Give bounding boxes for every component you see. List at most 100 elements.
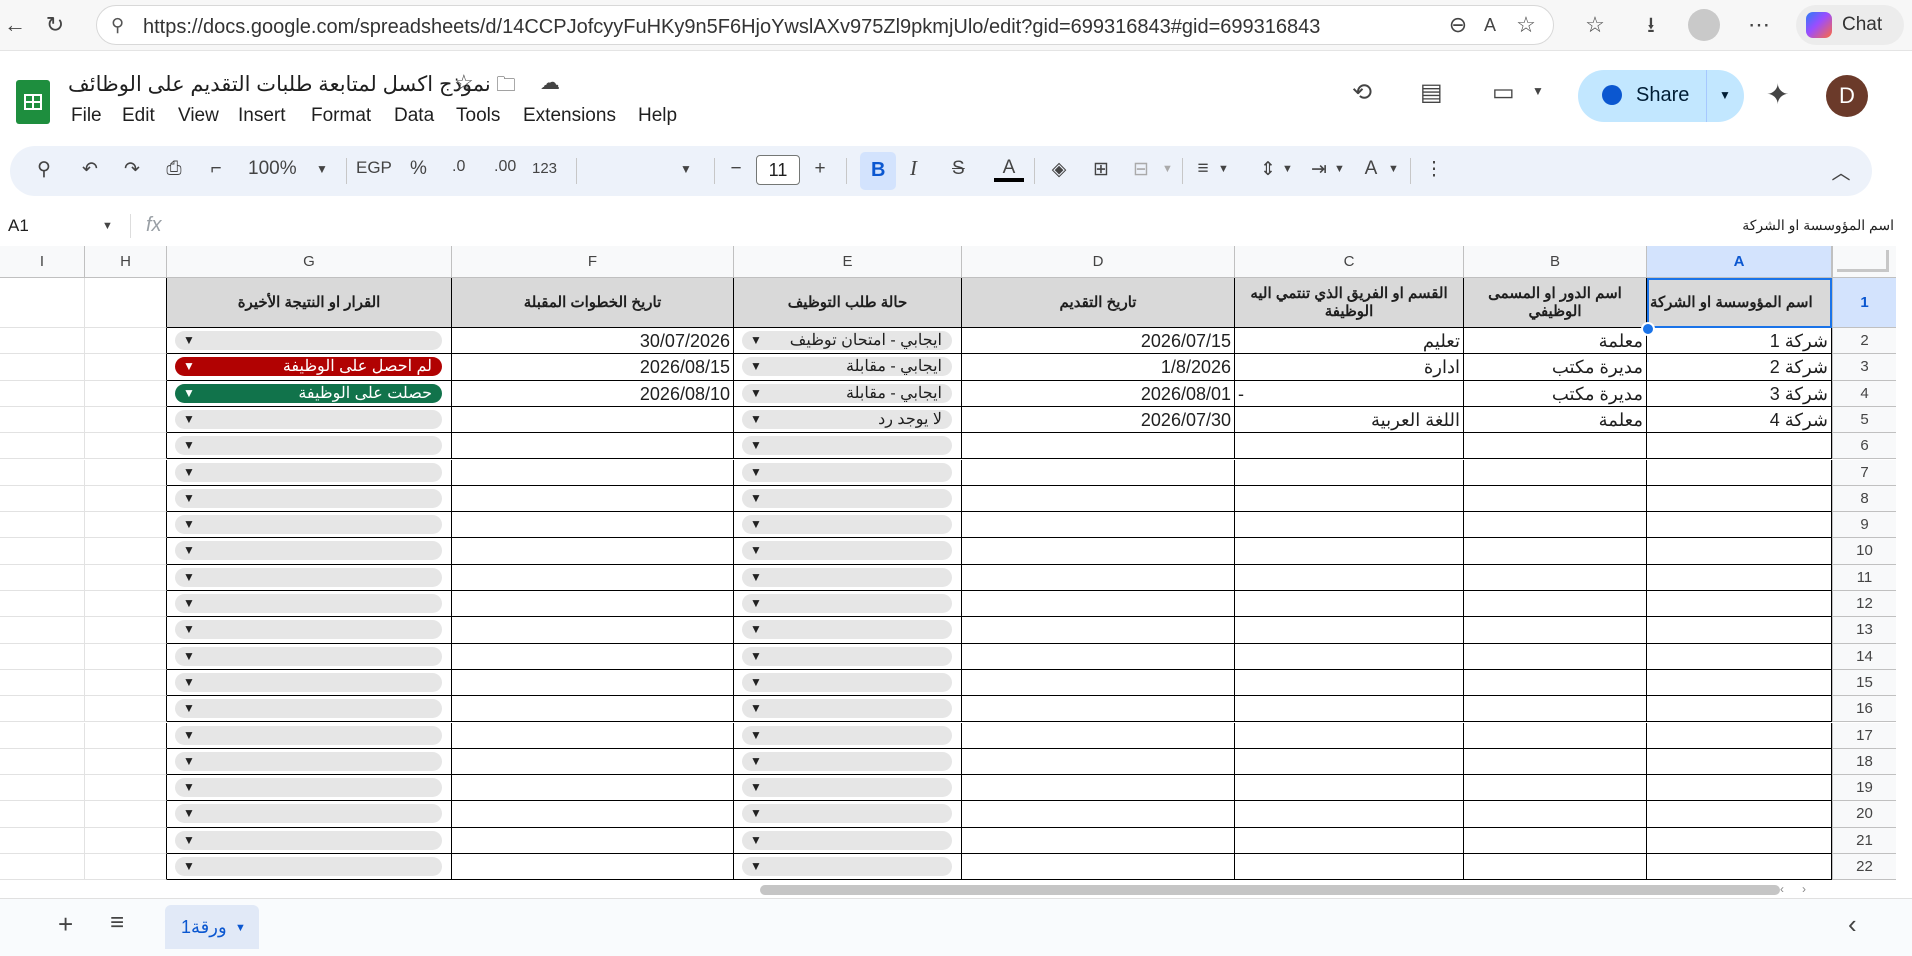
cell[interactable] bbox=[1647, 775, 1832, 802]
cell[interactable]: ▼ bbox=[167, 722, 452, 749]
cell[interactable] bbox=[1647, 748, 1832, 776]
status-dropdown-chip[interactable]: ▼ bbox=[742, 725, 952, 745]
cell[interactable] bbox=[85, 485, 167, 513]
cell[interactable] bbox=[452, 433, 734, 460]
decision-dropdown-chip[interactable]: ▼ bbox=[175, 436, 442, 456]
cell[interactable]: ▼ حصلت على الوظيفة bbox=[167, 380, 452, 407]
status-dropdown-chip[interactable]: ▼ bbox=[742, 462, 952, 482]
cell[interactable] bbox=[85, 459, 167, 486]
cell[interactable] bbox=[85, 696, 167, 723]
cell[interactable] bbox=[1235, 722, 1464, 749]
row-header[interactable]: 9 bbox=[1832, 512, 1896, 539]
cell[interactable] bbox=[1647, 617, 1832, 644]
cell[interactable]: ▼ bbox=[167, 485, 452, 513]
status-dropdown-chip[interactable]: ▼ ايجابي - امتحان توظيف bbox=[742, 331, 952, 350]
cell[interactable] bbox=[85, 433, 167, 460]
borders-icon[interactable]: ⊞ bbox=[1088, 158, 1114, 181]
cell[interactable] bbox=[1235, 801, 1464, 828]
cell[interactable] bbox=[85, 722, 167, 749]
cell[interactable] bbox=[1235, 564, 1464, 591]
cell[interactable]: ▼ bbox=[167, 406, 452, 434]
increase-decimal-button[interactable]: .00 bbox=[494, 158, 516, 176]
meet-dropdown-icon[interactable]: ▼ bbox=[1532, 84, 1544, 98]
cell[interactable] bbox=[962, 538, 1235, 565]
cell[interactable] bbox=[0, 669, 85, 697]
cell[interactable] bbox=[1235, 459, 1464, 486]
decision-dropdown-chip[interactable]: ▼ bbox=[175, 567, 442, 587]
select-all-corner[interactable] bbox=[1832, 246, 1896, 278]
cell[interactable]: معلمة bbox=[1464, 406, 1647, 434]
cell[interactable] bbox=[1464, 433, 1647, 460]
cell[interactable] bbox=[452, 538, 734, 565]
decision-dropdown-chip[interactable]: ▼ لم احصل على الوظيفة bbox=[175, 357, 442, 377]
status-dropdown-chip[interactable]: ▼ bbox=[742, 857, 952, 876]
cell[interactable] bbox=[85, 328, 167, 355]
cell[interactable]: ▼ bbox=[167, 591, 452, 618]
cell[interactable] bbox=[1464, 512, 1647, 539]
cell[interactable] bbox=[85, 827, 167, 854]
cell[interactable]: 1/8/2026 bbox=[962, 354, 1235, 381]
gemini-icon[interactable]: ✦ bbox=[1766, 78, 1789, 111]
cell[interactable] bbox=[1235, 643, 1464, 670]
sheets-logo-icon[interactable] bbox=[16, 80, 50, 124]
fill-handle[interactable] bbox=[1641, 322, 1655, 336]
status-dropdown-chip[interactable]: ▼ bbox=[742, 804, 952, 824]
site-info-icon[interactable]: ⚲ bbox=[111, 15, 124, 36]
cell[interactable] bbox=[1235, 775, 1464, 802]
menu-edit[interactable]: Edit bbox=[122, 105, 155, 127]
downloads-icon[interactable]: ⭳ bbox=[1636, 10, 1666, 40]
cell[interactable] bbox=[962, 669, 1235, 697]
row-header[interactable]: 4 bbox=[1832, 380, 1896, 407]
cell[interactable] bbox=[85, 669, 167, 697]
cell[interactable]: ▼ bbox=[734, 854, 962, 880]
strikethrough-button[interactable]: S bbox=[952, 158, 965, 180]
cell[interactable] bbox=[0, 696, 85, 723]
cell[interactable]: 2026/07/15 bbox=[962, 328, 1235, 355]
text-wrap-icon[interactable]: ⇥ bbox=[1306, 158, 1332, 181]
status-dropdown-chip[interactable]: ▼ bbox=[742, 620, 952, 640]
version-history-icon[interactable]: ⟲ bbox=[1352, 78, 1372, 107]
cell[interactable]: ▼ bbox=[167, 669, 452, 697]
more-formats-button[interactable]: 123 bbox=[532, 160, 557, 177]
star-icon[interactable]: ☆ bbox=[454, 70, 474, 96]
cell[interactable] bbox=[0, 485, 85, 513]
cell[interactable] bbox=[85, 538, 167, 565]
row-header[interactable]: 8 bbox=[1832, 485, 1896, 513]
row-header[interactable]: 3 bbox=[1832, 354, 1896, 381]
cell[interactable] bbox=[0, 827, 85, 854]
cell[interactable]: ▼ bbox=[167, 643, 452, 670]
cell[interactable]: معلمة bbox=[1464, 328, 1647, 355]
cell[interactable]: ▼ bbox=[734, 775, 962, 802]
decision-dropdown-chip[interactable]: ▼ bbox=[175, 699, 442, 719]
row-header[interactable]: 13 bbox=[1832, 617, 1896, 644]
cell[interactable] bbox=[452, 775, 734, 802]
header-application-date[interactable]: تاريخ التقديم bbox=[962, 278, 1235, 328]
bold-button[interactable]: B bbox=[860, 152, 896, 190]
menu-tools[interactable]: Tools bbox=[456, 105, 500, 127]
row-header[interactable]: 19 bbox=[1832, 775, 1896, 802]
wrap-dropdown-icon[interactable]: ▼ bbox=[1334, 163, 1345, 175]
vertical-align-icon[interactable]: ⇕ bbox=[1258, 158, 1278, 181]
cell[interactable] bbox=[452, 643, 734, 670]
name-box[interactable]: A1 bbox=[8, 216, 29, 236]
cell[interactable] bbox=[1464, 801, 1647, 828]
cell[interactable]: - bbox=[1235, 380, 1464, 407]
sheet-tab[interactable]: ورقة1 ▼ bbox=[165, 905, 259, 949]
cell[interactable] bbox=[0, 643, 85, 670]
cell[interactable] bbox=[1647, 512, 1832, 539]
meet-icon[interactable]: ▭ bbox=[1492, 78, 1515, 107]
cell[interactable]: ادارة bbox=[1235, 354, 1464, 381]
decision-dropdown-chip[interactable]: ▼ bbox=[175, 751, 442, 771]
column-header-b[interactable]: B bbox=[1464, 246, 1647, 278]
cell[interactable] bbox=[1647, 459, 1832, 486]
cell[interactable] bbox=[1647, 827, 1832, 854]
cell[interactable] bbox=[0, 775, 85, 802]
status-dropdown-chip[interactable]: ▼ bbox=[742, 699, 952, 719]
cell[interactable] bbox=[0, 406, 85, 434]
status-dropdown-chip[interactable]: ▼ bbox=[742, 646, 952, 666]
cell[interactable] bbox=[85, 591, 167, 618]
cell[interactable] bbox=[1464, 485, 1647, 513]
cell[interactable]: ▼ bbox=[167, 328, 452, 355]
header-department[interactable]: القسم او الفريق الذي تنتمي اليه الوظيفة bbox=[1235, 278, 1464, 328]
column-header-e[interactable]: E bbox=[734, 246, 962, 278]
